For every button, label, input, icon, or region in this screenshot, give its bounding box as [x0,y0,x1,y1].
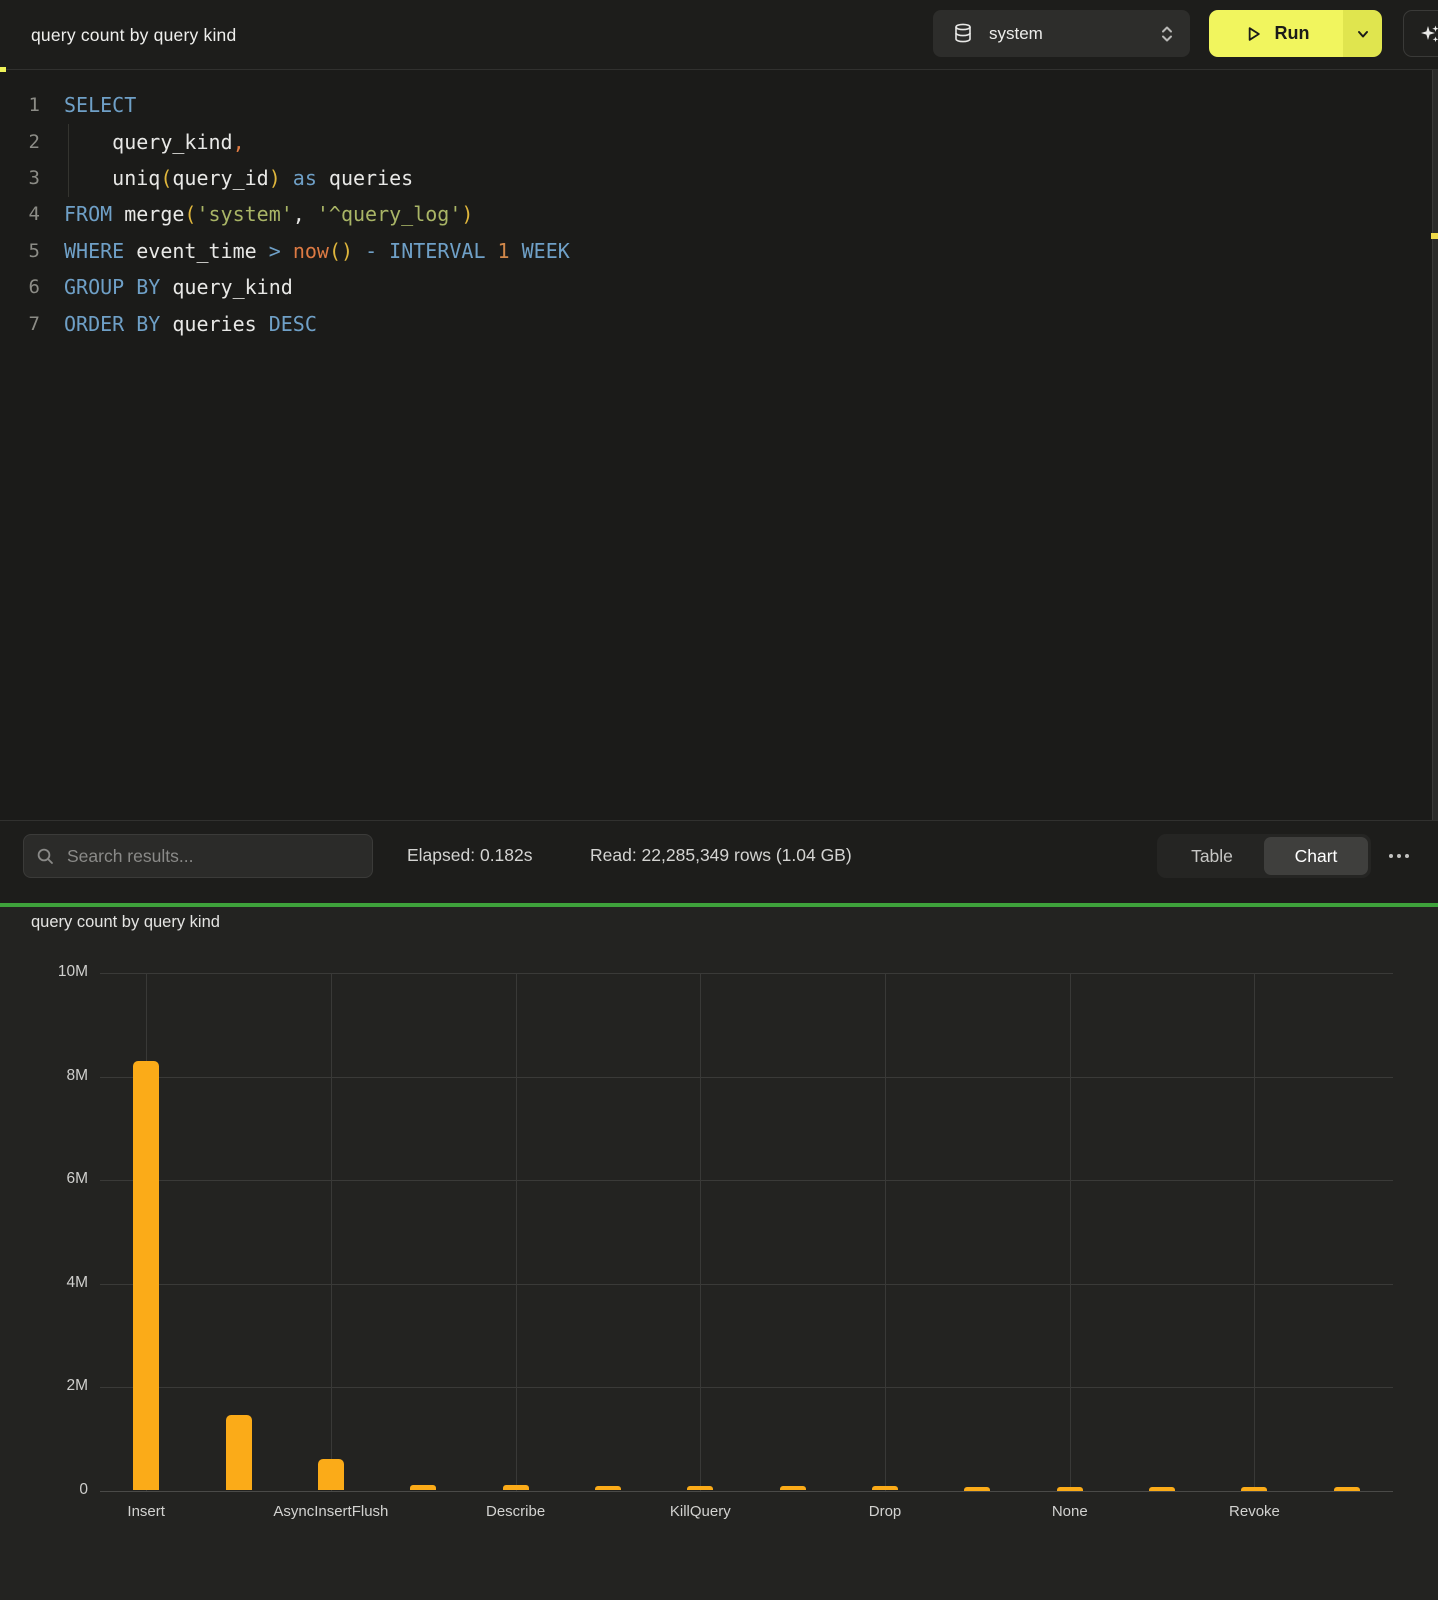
x-gridline [700,973,701,1491]
editor-active-indicator [0,67,6,72]
indent-guide [68,124,69,197]
bar[interactable] [133,1061,159,1491]
sparkles-icon [1418,22,1438,46]
code-line: 1 SELECT [0,87,1438,123]
chevron-up-down-icon [1158,23,1176,45]
y-axis-tick-label: 6M [8,1170,88,1188]
line-number: 2 [0,131,40,153]
x-axis-tick-label: Drop [790,1503,980,1520]
y-gridline [100,1284,1393,1285]
code-text: GROUP BY query_kind [64,275,293,299]
bar[interactable] [1334,1487,1360,1491]
line-number: 4 [0,203,40,225]
bar[interactable] [964,1487,990,1491]
database-selector-value: system [989,24,1158,44]
database-icon [953,23,973,45]
search-icon [36,847,55,866]
bar[interactable] [687,1486,713,1491]
code-text: WHERE event_time > now() - INTERVAL 1 WE… [64,239,570,263]
bar[interactable] [1241,1487,1267,1491]
y-gridline [100,1077,1393,1078]
x-gridline [1070,973,1071,1491]
code-line: 2 query_kind, [0,123,1438,159]
line-number: 3 [0,167,40,189]
bar[interactable] [1149,1487,1175,1491]
y-axis-tick-label: 0 [8,1481,88,1499]
run-button-label: Run [1275,23,1310,44]
sql-editor[interactable]: 1SELECT2 query_kind,3 uniq(query_id) as … [0,71,1438,820]
database-selector[interactable]: system [933,10,1190,57]
read-stat: Read: 22,285,349 rows (1.04 GB) [590,845,852,866]
run-options-dropdown[interactable] [1343,10,1382,57]
x-axis-tick-label: KillQuery [605,1503,795,1520]
y-axis-tick-label: 2M [8,1377,88,1395]
code-line: 3 uniq(query_id) as queries [0,160,1438,196]
elapsed-stat: Elapsed: 0.182s [407,845,533,866]
header: query count by query kind system Run [0,0,1438,70]
play-icon [1243,24,1263,44]
bar[interactable] [780,1486,806,1490]
query-title: query count by query kind [31,0,236,70]
view-toggle-table[interactable]: Table [1160,837,1264,875]
view-toggle: TableChart [1157,834,1371,878]
bar-chart: 10M 8M 6M 4M 2M 0 InsertAsyncInsertFlushDescri… [0,907,1438,1600]
run-split-button: Run [1209,10,1382,57]
x-gridline [331,973,332,1491]
code-line: 5 WHERE event_time > now() - INTERVAL 1 W… [0,233,1438,269]
bar[interactable] [595,1486,621,1491]
more-options-button[interactable] [1382,843,1416,869]
code-text: FROM merge('system', '^query_log') [64,202,473,226]
overview-ruler-mark [1431,233,1438,239]
x-axis-tick-label: Describe [421,1503,611,1520]
y-gridline [100,1387,1393,1388]
run-button[interactable]: Run [1209,10,1343,57]
bar[interactable] [872,1486,898,1490]
code-line: 7 ORDER BY queries DESC [0,305,1438,341]
line-number: 7 [0,313,40,335]
code-line: 4 FROM merge('system', '^query_log') [0,196,1438,232]
x-gridline [1254,973,1255,1491]
code-line: 6 GROUP BY query_kind [0,269,1438,305]
bar[interactable] [318,1459,344,1490]
search-results-box [23,834,373,878]
line-number: 5 [0,240,40,262]
code-text: ORDER BY queries DESC [64,312,317,336]
results-toolbar: Elapsed: 0.182s Read: 22,285,349 rows (1… [0,820,1438,903]
y-axis-tick-label: 8M [8,1067,88,1085]
bar[interactable] [226,1415,252,1490]
y-gridline [100,1180,1393,1181]
code-text: uniq(query_id) as queries [64,166,413,190]
bar[interactable] [410,1485,436,1491]
chevron-down-icon [1356,27,1370,41]
y-axis-tick-label: 4M [8,1274,88,1292]
x-gridline [885,973,886,1491]
y-gridline [100,1491,1393,1492]
x-axis-tick-label: Revoke [1159,1503,1349,1520]
line-number: 1 [0,94,40,116]
view-toggle-chart[interactable]: Chart [1264,837,1368,875]
code-text: query_kind, [64,130,245,154]
line-number: 6 [0,276,40,298]
x-axis-tick-label: Insert [51,1503,241,1520]
y-axis-tick-label: 10M [8,963,88,981]
search-results-input[interactable] [67,846,360,867]
bar[interactable] [503,1485,529,1490]
bar[interactable] [1057,1487,1083,1491]
x-gridline [516,973,517,1491]
y-gridline [100,973,1393,974]
chart-panel: query count by query kind 10M8M6M4M2M0In… [0,907,1438,1600]
query-success-divider [0,903,1438,907]
x-axis-tick-label: AsyncInsertFlush [236,1503,426,1520]
code-text: SELECT [64,93,136,117]
x-axis-tick-label: None [975,1503,1165,1520]
ai-assist-button[interactable] [1403,10,1438,57]
